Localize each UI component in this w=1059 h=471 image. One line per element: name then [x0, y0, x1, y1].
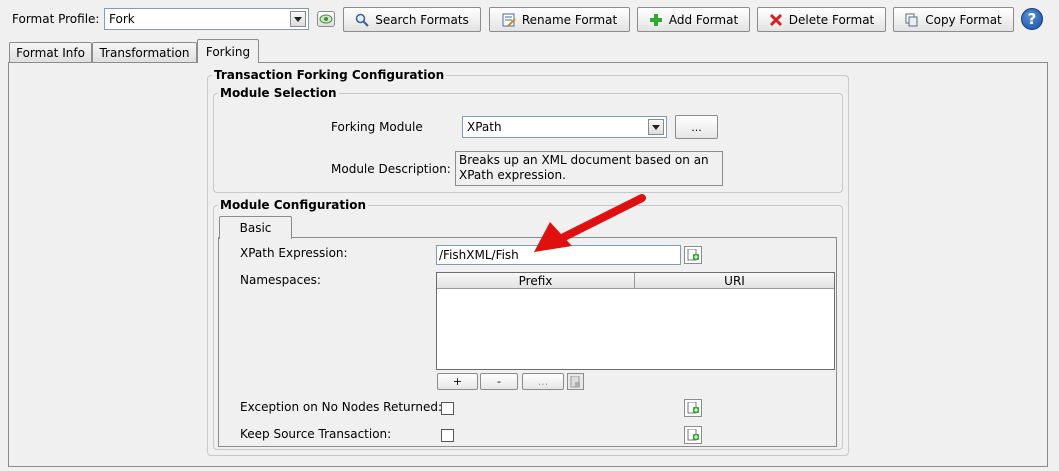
page-add-icon: [687, 249, 699, 261]
add-namespace-button[interactable]: +: [437, 373, 478, 390]
exception-add-variable-button[interactable]: [684, 399, 702, 417]
transaction-forking-title: Transaction Forking Configuration: [212, 68, 447, 82]
exception-no-nodes-label: Exception on No Nodes Returned:: [240, 400, 443, 414]
keep-source-checkbox[interactable]: [441, 429, 454, 442]
search-formats-label: Search Formats: [375, 12, 469, 27]
column-header-prefix[interactable]: Prefix: [437, 273, 635, 289]
format-profile-combo[interactable]: Fork: [104, 8, 309, 30]
tab-label: Transformation: [99, 46, 190, 60]
module-description-box: Breaks up an XML document based on an XP…: [455, 151, 723, 186]
module-description-label: Module Description:: [331, 162, 451, 176]
forking-module-combo[interactable]: XPath: [462, 116, 667, 138]
page-add-icon: [687, 429, 699, 441]
delete-format-button[interactable]: Delete Format: [757, 7, 886, 32]
format-profile-label: Format Profile:: [12, 12, 100, 26]
help-icon[interactable]: ?: [1021, 8, 1043, 30]
remove-namespace-button[interactable]: -: [480, 373, 518, 390]
edit-namespace-button[interactable]: ...: [522, 373, 564, 390]
tab-label: Basic: [239, 221, 272, 235]
rename-icon: [502, 13, 516, 27]
page-add-icon: [687, 402, 699, 414]
forking-module-label: Forking Module: [331, 120, 423, 134]
rename-format-button[interactable]: Rename Format: [489, 7, 630, 32]
copy-format-button[interactable]: Copy Format: [893, 7, 1014, 32]
annotation-arrow-icon: [534, 194, 646, 252]
copy-icon: [905, 13, 919, 27]
keep-source-label: Keep Source Transaction:: [240, 427, 392, 441]
keep-source-add-variable-button[interactable]: [684, 426, 702, 444]
format-profile-value: Fork: [109, 12, 135, 26]
namespaces-table[interactable]: Prefix URI: [436, 272, 835, 370]
document-icon: [570, 375, 580, 387]
tab-basic[interactable]: Basic: [219, 216, 292, 239]
rename-format-label: Rename Format: [521, 12, 618, 27]
module-description-line: XPath expression.: [459, 168, 566, 182]
namespace-document-button[interactable]: [567, 373, 584, 390]
search-formats-button[interactable]: Search Formats: [343, 7, 481, 32]
exception-no-nodes-checkbox[interactable]: [441, 402, 454, 415]
browse-module-button[interactable]: ...: [675, 115, 718, 139]
module-description-line: Breaks up an XML document based on an: [459, 153, 709, 167]
column-header-uri[interactable]: URI: [635, 273, 834, 289]
eye-icon: [319, 14, 333, 24]
plus-icon: [649, 13, 663, 27]
tab-format-info[interactable]: Format Info: [9, 42, 92, 63]
module-selection-title: Module Selection: [218, 86, 339, 100]
xpath-expression-label: XPath Expression:: [240, 246, 348, 260]
namespaces-label: Namespaces:: [240, 273, 321, 287]
tab-transformation[interactable]: Transformation: [92, 42, 197, 63]
add-format-button[interactable]: Add Format: [637, 7, 750, 32]
tab-forking[interactable]: Forking: [197, 39, 259, 63]
add-format-label: Add Format: [668, 12, 739, 27]
copy-format-label: Copy Format: [925, 12, 1002, 27]
tab-label: Format Info: [16, 46, 85, 60]
forking-module-value: XPath: [467, 120, 502, 134]
view-toggle-button[interactable]: [317, 11, 335, 27]
chevron-down-icon[interactable]: [648, 119, 664, 135]
chevron-down-icon[interactable]: [290, 11, 306, 27]
delete-x-icon: [769, 13, 783, 27]
search-icon: [355, 13, 369, 27]
add-variable-button[interactable]: [684, 246, 702, 264]
module-configuration-title: Module Configuration: [218, 198, 369, 212]
tab-label: Forking: [205, 44, 251, 59]
delete-format-label: Delete Format: [788, 12, 875, 27]
